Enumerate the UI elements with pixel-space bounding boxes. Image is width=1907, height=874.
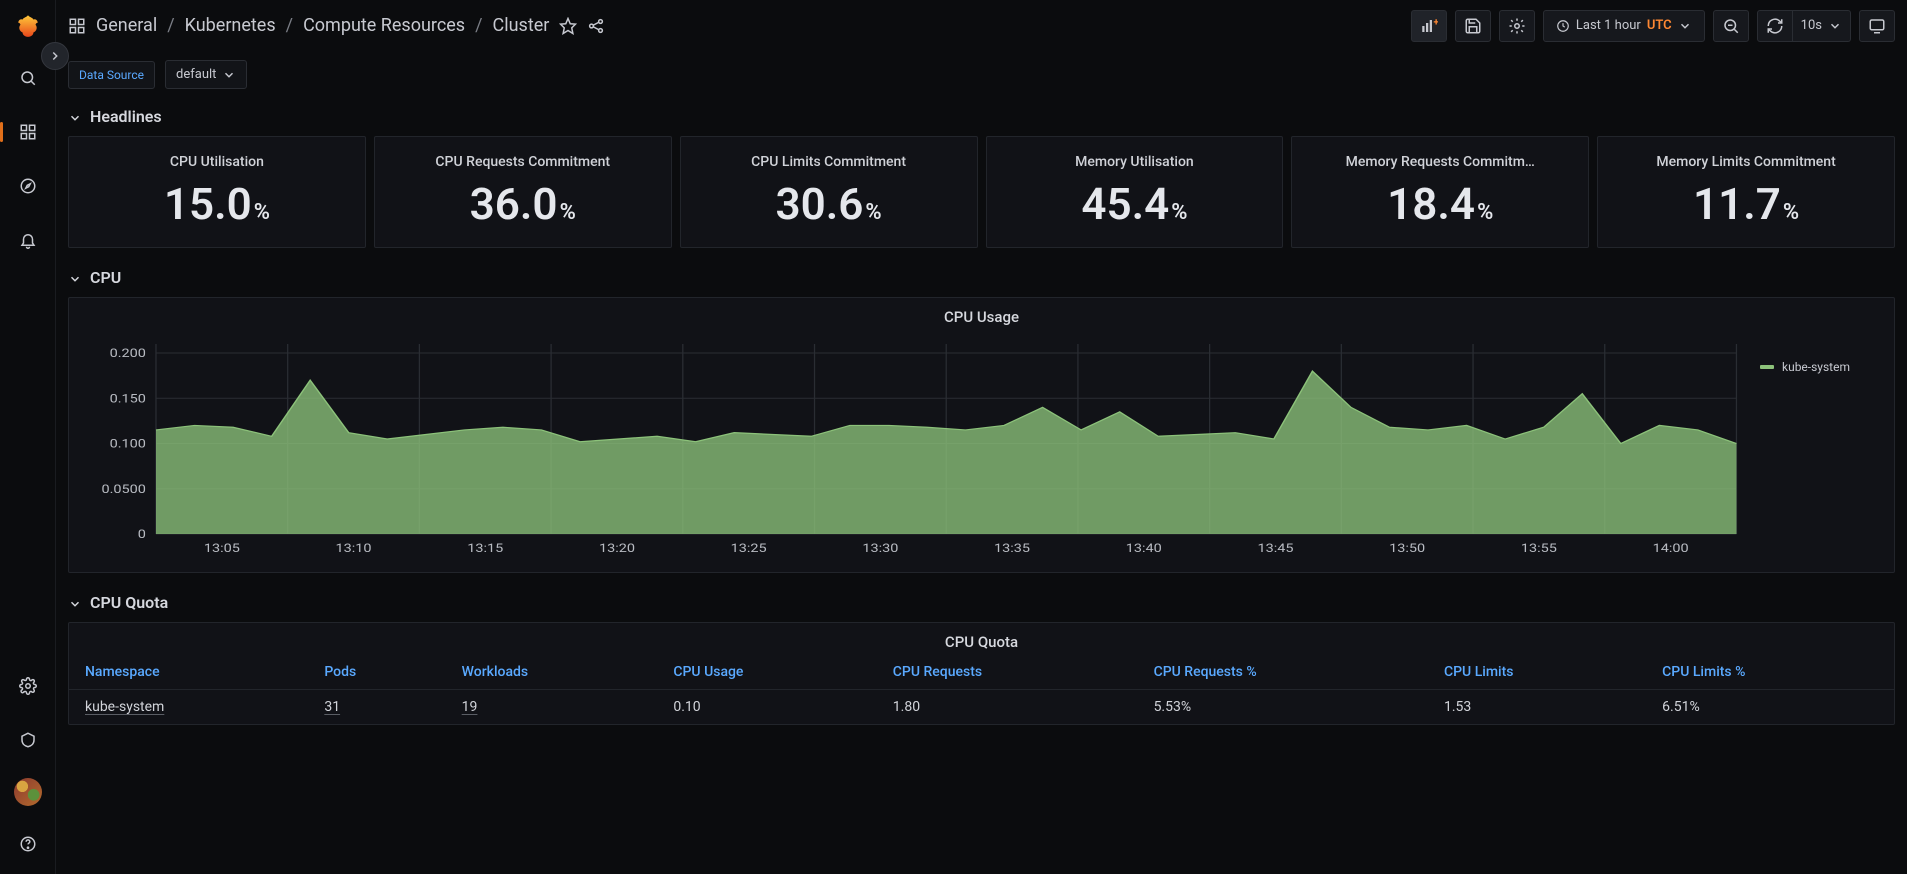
legend-item[interactable]: kube-system [1760,360,1880,374]
var-value-select[interactable]: default [165,60,247,89]
cpu-quota-panel[interactable]: CPU Quota NamespacePodsWorkloadsCPU Usag… [68,622,1895,725]
alerting-icon[interactable] [12,224,44,256]
row-toggle-cpu[interactable]: CPU [68,264,1895,297]
breadcrumb-folder[interactable]: General [96,15,157,36]
refresh-interval[interactable]: 10s [1793,10,1851,42]
stat-panel[interactable]: Memory Limits Commitment 11.7% [1597,136,1895,248]
configuration-icon[interactable] [12,670,44,702]
svg-text:0.200: 0.200 [110,347,146,360]
stat-title: Memory Requests Commitm… [1346,154,1535,170]
svg-text:+: + [1433,17,1438,28]
row-toggle-cpu-quota[interactable]: CPU Quota [68,589,1895,622]
tv-mode-button[interactable] [1859,10,1895,42]
chart-legend: kube-system [1760,338,1880,558]
cpu-quota-table: NamespacePodsWorkloadsCPU UsageCPU Reque… [69,655,1894,724]
grafana-logo[interactable] [14,12,42,40]
svg-text:0: 0 [138,528,146,541]
svg-text:0.100: 0.100 [110,438,146,451]
namespace-link: kube-system [85,699,164,715]
refresh-button[interactable] [1757,10,1793,42]
stat-title: CPU Requests Commitment [435,154,610,170]
save-button[interactable] [1455,10,1491,42]
table-header[interactable]: CPU Requests % [1138,655,1428,690]
svg-text:13:05: 13:05 [204,542,240,555]
var-label: Data Source [68,61,155,89]
svg-text:14:00: 14:00 [1653,542,1689,555]
stat-panel[interactable]: CPU Utilisation 15.0% [68,136,366,248]
breadcrumb-seg: Kubernetes [185,15,276,36]
settings-button[interactable] [1499,10,1535,42]
table-header[interactable]: CPU Usage [657,655,876,690]
dashboards-icon[interactable] [12,116,44,148]
template-var-bar: Data Source default [56,52,1907,103]
stat-value: 36.0% [470,178,576,230]
panel-title: CPU Usage [69,298,1894,330]
cpu-usage-panel[interactable]: CPU Usage 0 0.0500 0.100 0.150 0.200 13:05 13:… [68,297,1895,573]
server-admin-icon[interactable] [12,724,44,756]
avatar[interactable] [14,778,42,806]
table-header[interactable]: CPU Requests [877,655,1138,690]
time-tz: UTC [1647,18,1672,33]
star-icon[interactable] [559,17,577,35]
stat-title: CPU Limits Commitment [751,154,906,170]
svg-text:13:25: 13:25 [731,542,767,555]
stat-title: CPU Utilisation [170,154,264,170]
stat-panel[interactable]: Memory Requests Commitm… 18.4% [1291,136,1589,248]
stat-panel[interactable]: CPU Limits Commitment 30.6% [680,136,978,248]
time-picker[interactable]: Last 1 hour UTC [1543,10,1705,42]
topbar: General / Kubernetes / Compute Resources… [56,0,1907,52]
legend-swatch [1760,365,1774,369]
breadcrumb-seg: Compute Resources [303,15,465,36]
explore-icon[interactable] [12,170,44,202]
svg-text:13:50: 13:50 [1389,542,1425,555]
svg-text:13:10: 13:10 [336,542,372,555]
zoom-out-button[interactable] [1713,10,1749,42]
row-toggle-headlines[interactable]: Headlines [68,103,1895,136]
stat-value: 15.0% [164,178,270,230]
svg-text:13:30: 13:30 [862,542,898,555]
panel-title: CPU Quota [69,623,1894,655]
table-header[interactable]: Pods [308,655,445,690]
table-header[interactable]: CPU Limits [1428,655,1646,690]
table-header[interactable]: Namespace [69,655,308,690]
dashboard-grid-icon[interactable] [68,17,86,35]
stat-panel[interactable]: Memory Utilisation 45.4% [986,136,1284,248]
add-panel-button[interactable]: + [1411,10,1447,42]
stat-value: 11.7% [1693,178,1799,230]
stat-panel[interactable]: CPU Requests Commitment 36.0% [374,136,672,248]
svg-text:0.150: 0.150 [110,393,146,406]
stat-value: 30.6% [776,178,882,230]
svg-text:13:40: 13:40 [1126,542,1162,555]
svg-text:13:55: 13:55 [1521,542,1557,555]
help-icon[interactable] [12,828,44,860]
svg-text:13:15: 13:15 [467,542,503,555]
table-header[interactable]: Workloads [446,655,658,690]
table-row: kube-system31190.101.805.53%1.536.51% [69,690,1894,725]
svg-text:13:35: 13:35 [994,542,1030,555]
breadcrumb: General / Kubernetes / Compute Resources… [96,15,549,36]
stat-value: 45.4% [1081,178,1187,230]
cpu-usage-chart: 0 0.0500 0.100 0.150 0.200 13:05 13:10 13:15 13:… [83,338,1744,558]
svg-text:0.0500: 0.0500 [101,483,145,496]
stat-value: 18.4% [1387,178,1493,230]
search-icon[interactable] [12,62,44,94]
breadcrumb-leaf: Cluster [493,15,550,36]
svg-text:13:20: 13:20 [599,542,635,555]
share-icon[interactable] [587,17,605,35]
stat-title: Memory Utilisation [1075,154,1194,170]
stat-title: Memory Limits Commitment [1656,154,1835,170]
table-header[interactable]: CPU Limits % [1646,655,1894,690]
stat-grid: CPU Utilisation 15.0% CPU Requests Commitm… [68,136,1895,248]
time-range-label: Last 1 hour [1576,18,1641,33]
sidenav-expand-button[interactable] [41,42,69,70]
svg-text:13:45: 13:45 [1257,542,1293,555]
side-nav [0,0,56,874]
